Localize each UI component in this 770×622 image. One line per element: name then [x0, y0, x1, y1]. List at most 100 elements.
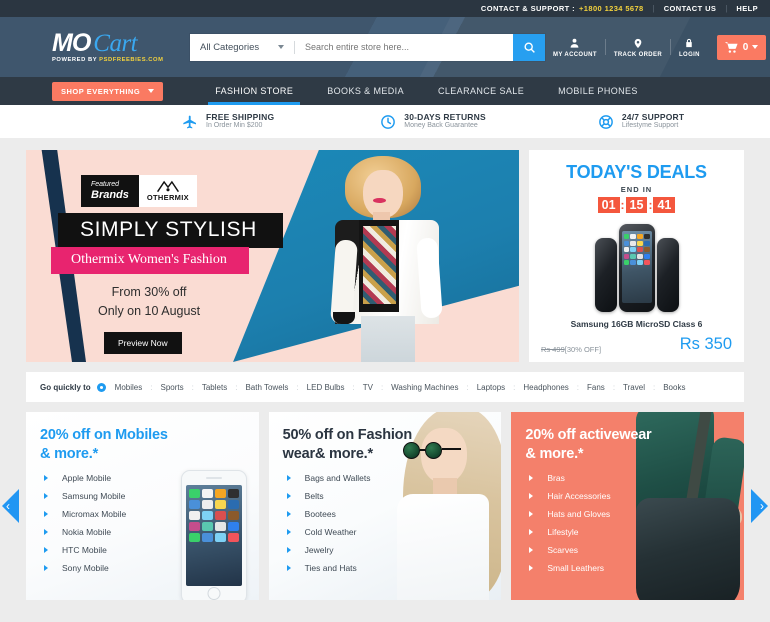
list-item[interactable]: Samsung Mobile	[40, 492, 259, 501]
shop-everything-button[interactable]: SHOP EVERYTHING	[52, 81, 164, 101]
account-actions: MY ACCOUNT TRACK ORDER LOGIN 0	[545, 34, 767, 60]
search-icon	[523, 41, 535, 53]
quick-link-washing-machines[interactable]: Washing Machines	[391, 383, 458, 392]
timer-colon-1: :	[620, 198, 625, 213]
quick-link-separator: :	[235, 382, 238, 392]
topbar-separator-2: |	[725, 4, 728, 13]
list-item[interactable]: Apple Mobile	[40, 474, 259, 483]
feature-free-shipping: FREE SHIPPING In Order Min $200	[182, 112, 274, 131]
list-item[interactable]: HTC Mobile	[40, 546, 259, 555]
hero-banner[interactable]: Featured Brands OTHERMIX SIMPLY STYLISH …	[26, 150, 519, 362]
promo-card-mobiles[interactable]: 20% off on Mobiles & more.* Apple Mobile…	[26, 412, 259, 600]
quick-link-separator: :	[296, 382, 299, 392]
list-item[interactable]: Hair Accessories	[525, 492, 744, 501]
list-item[interactable]: Sony Mobile	[40, 564, 259, 573]
lifebuoy-icon	[598, 114, 614, 130]
search-button[interactable]	[513, 33, 545, 61]
search-bar: All Categories	[190, 33, 545, 61]
quick-link-separator: :	[652, 382, 656, 392]
list-item[interactable]: Cold Weather	[283, 528, 502, 537]
deals-product-image[interactable]	[594, 221, 679, 312]
bullet-icon	[529, 492, 534, 499]
list-item-label: Small Leathers	[547, 562, 605, 573]
search-input[interactable]	[295, 33, 513, 61]
bullet-icon	[529, 528, 534, 535]
todays-deals-panel: TODAY'S DEALS END IN 01 : 15 : 41 Samsun…	[529, 150, 744, 362]
login-button[interactable]: LOGIN	[671, 37, 708, 58]
list-item[interactable]: Bootees	[283, 510, 502, 519]
main-content: Featured Brands OTHERMIX SIMPLY STYLISH …	[0, 138, 770, 600]
quick-link-mobiles[interactable]: Mobiles	[115, 383, 143, 392]
carousel-prev-button[interactable]	[2, 489, 19, 523]
quick-link-fans[interactable]: Fans	[587, 383, 605, 392]
bullet-icon	[286, 510, 291, 517]
quick-link-tablets[interactable]: Tablets	[202, 383, 227, 392]
quick-link-separator: :	[191, 382, 194, 392]
timer-seconds: 41	[653, 197, 676, 214]
list-item[interactable]: Belts	[283, 492, 502, 501]
list-item[interactable]: Ties and Hats	[283, 564, 502, 573]
list-item[interactable]: Micromax Mobile	[40, 510, 259, 519]
feature-subtitle: Money Back Guarantee	[404, 122, 478, 130]
list-item[interactable]: Nokia Mobile	[40, 528, 259, 537]
main-navigation: SHOP EVERYTHING FASHION STORE BOOKS & ME…	[0, 77, 770, 105]
quick-link-books[interactable]: Books	[663, 383, 685, 392]
list-item-label: Hair Accessories	[547, 490, 611, 501]
promo-title-line1: 50% off on Fashion	[282, 427, 413, 443]
list-item[interactable]: Scarves	[525, 546, 744, 555]
promo-card-fashion[interactable]: 50% off on Fashion wear& more.* Bags and…	[268, 412, 502, 600]
quick-link-tv[interactable]: TV	[363, 383, 373, 392]
topbar-separator: |	[652, 4, 655, 13]
list-item[interactable]: Bags and Wallets	[283, 474, 502, 483]
lock-icon	[684, 37, 694, 50]
deals-product-name: Samsung 16GB MicroSD Class 6	[570, 319, 703, 329]
list-item[interactable]: Small Leathers	[525, 564, 744, 573]
list-item-label: Micromax Mobile	[62, 508, 127, 519]
deals-price-row: Rs 499[30% OFF] Rs 350	[541, 335, 732, 354]
quick-link-bath-towels[interactable]: Bath Towels	[245, 383, 288, 392]
quick-link-sports[interactable]: Sports	[160, 383, 183, 392]
timer-colon-2: :	[648, 198, 653, 213]
list-item-label: Scarves	[547, 544, 579, 555]
nav-item-fashion-store[interactable]: FASHION STORE	[198, 77, 310, 105]
bullet-icon	[286, 474, 291, 481]
quick-link-headphones[interactable]: Headphones	[523, 383, 568, 392]
clock-icon	[380, 114, 396, 130]
quick-link-led-bulbs[interactable]: LED Bulbs	[307, 383, 345, 392]
feature-support: 24/7 SUPPORT Lifestyme Support	[598, 112, 684, 131]
track-order-button[interactable]: TRACK ORDER	[606, 37, 670, 58]
contact-us-link[interactable]: CONTACT US	[664, 4, 717, 13]
countdown-timer: 01 : 15 : 41	[597, 197, 676, 214]
quick-link-separator: :	[612, 382, 616, 392]
airplane-icon	[182, 114, 198, 130]
carousel-next-button[interactable]	[751, 489, 768, 523]
bullet-icon	[44, 492, 48, 499]
list-item-label: Bootees	[304, 508, 336, 519]
quick-link-laptops[interactable]: Laptops	[477, 383, 505, 392]
logo-secondary-text: Cart	[93, 29, 138, 57]
chevron-down-icon	[148, 89, 155, 93]
category-dropdown[interactable]: All Categories	[190, 34, 294, 61]
list-item[interactable]: Jewelry	[283, 546, 502, 555]
chevron-down-icon	[752, 45, 759, 49]
feature-title: 30-DAYS RETURNS	[404, 111, 486, 122]
list-item[interactable]: Bras	[525, 474, 744, 483]
preview-now-button[interactable]: Preview Now	[104, 332, 182, 354]
account-separator-2	[670, 39, 672, 55]
quick-link-travel[interactable]: Travel	[623, 383, 645, 392]
help-link[interactable]: HELP	[736, 4, 758, 13]
cart-button[interactable]: 0	[716, 34, 767, 60]
hero-offer-line2: Only on 10 August	[98, 304, 201, 319]
bullet-icon	[286, 492, 291, 499]
bullet-icon	[529, 546, 534, 553]
list-item[interactable]: Lifestyle	[525, 528, 744, 537]
support-phone[interactable]: +1800 1234 5678	[579, 4, 644, 13]
nav-item-mobile-phones[interactable]: MOBILE PHONES	[541, 77, 655, 105]
nav-item-clearance-sale[interactable]: CLEARANCE SALE	[421, 77, 541, 105]
my-account-button[interactable]: MY ACCOUNT	[545, 37, 605, 58]
nav-item-books-media[interactable]: BOOKS & MEDIA	[310, 77, 421, 105]
deals-old-price-group: Rs 499[30% OFF]	[541, 345, 601, 354]
site-logo[interactable]: MO Cart POWERED BY PSDFREEBIES.COM	[52, 29, 178, 64]
list-item[interactable]: Hats and Gloves	[525, 510, 744, 519]
promo-card-activewear[interactable]: 20% off activewear & more.* Bras Hair Ac…	[511, 412, 745, 600]
